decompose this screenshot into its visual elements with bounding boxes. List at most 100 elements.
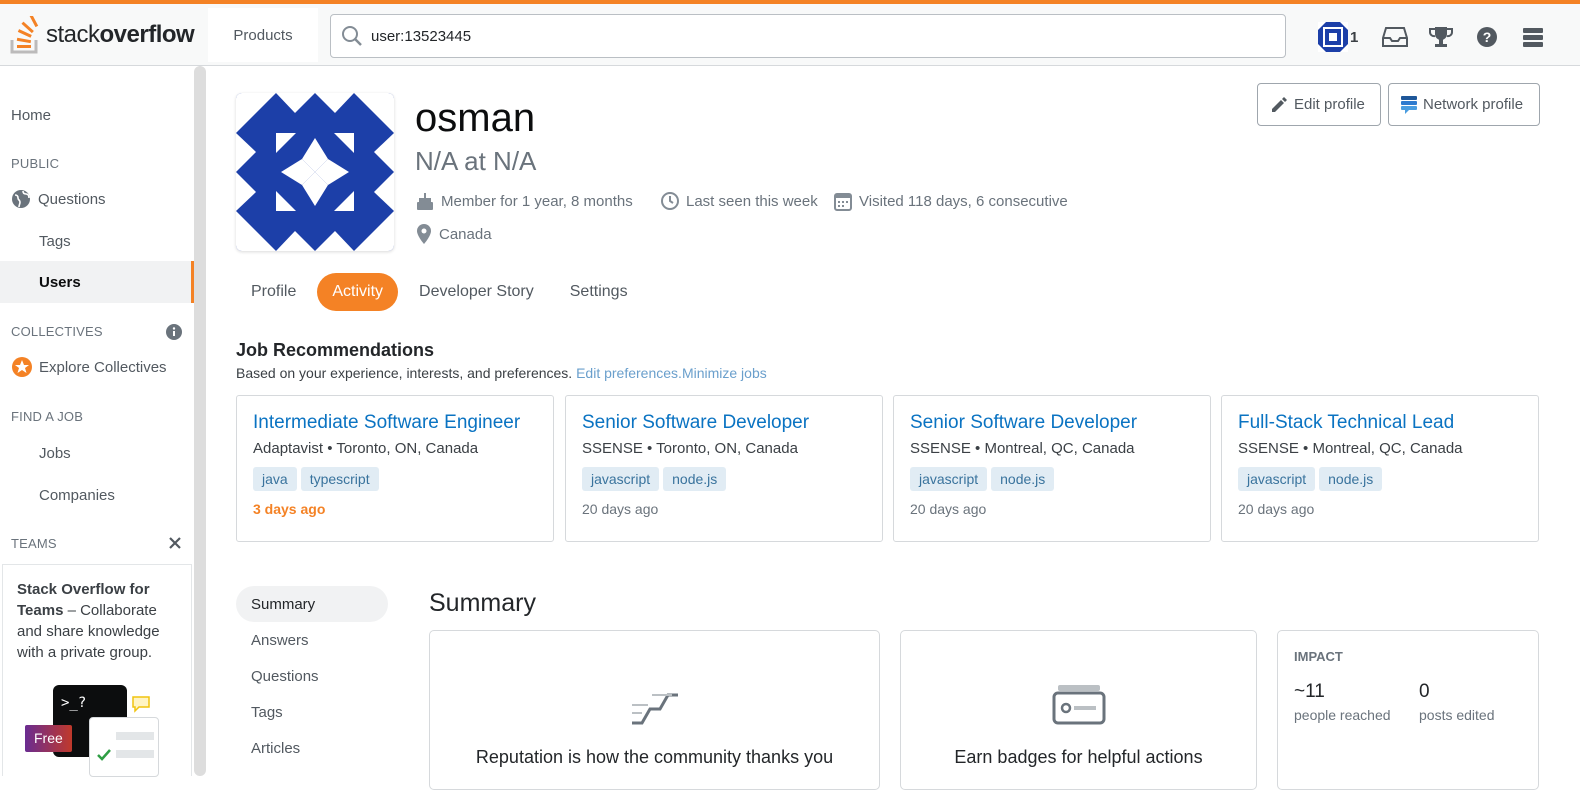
job-tags: java typescript: [253, 467, 537, 491]
job-tag[interactable]: node.js: [1319, 467, 1383, 491]
svg-text:?: ?: [1483, 29, 1492, 45]
nav-tags[interactable]: Tags: [0, 221, 194, 261]
job-posted-time: 20 days ago: [582, 501, 659, 517]
job-recommendations-subtitle: Based on your experience, interests, and…: [236, 365, 767, 381]
profile-avatar: [236, 93, 394, 251]
profile-name: osman: [415, 96, 536, 140]
summary-title: Summary: [429, 589, 536, 617]
jobs-subtitle-text: Based on your experience, interests, and…: [236, 365, 573, 381]
info-icon[interactable]: [166, 324, 182, 340]
search-icon: [342, 26, 362, 46]
profile-title: N/A at N/A: [415, 146, 537, 176]
edit-preferences-link[interactable]: Edit preferences.: [576, 365, 682, 381]
sub-nav-articles[interactable]: Articles: [236, 730, 388, 766]
profile-tabs: Profile Activity Developer Story Setting…: [236, 273, 649, 311]
nav-users[interactable]: Users: [0, 261, 194, 303]
job-posted-time: 20 days ago: [1238, 501, 1315, 517]
job-tag[interactable]: java: [253, 467, 297, 491]
nav-explore-collectives[interactable]: Explore Collectives: [0, 347, 194, 387]
stackoverflow-logo-icon: [10, 16, 39, 54]
job-title[interactable]: Senior Software Developer: [910, 412, 1194, 434]
job-title[interactable]: Senior Software Developer: [582, 412, 866, 434]
clock-icon: [661, 192, 679, 210]
visited-text: Visited 118 days, 6 consecutive: [859, 192, 1068, 210]
job-posted-time: 3 days ago: [253, 501, 326, 517]
reputation-chart-icon: [632, 693, 678, 725]
avatar-icon: [1318, 22, 1348, 52]
sub-nav-questions[interactable]: Questions: [236, 658, 388, 694]
calendar-icon: [834, 193, 852, 211]
nav-jobs[interactable]: Jobs: [0, 433, 194, 473]
search-bar[interactable]: [330, 14, 1286, 58]
badges-card-text: Earn badges for helpful actions: [954, 747, 1203, 767]
badge-icon: [1052, 685, 1106, 725]
products-menu[interactable]: Products: [208, 8, 318, 62]
sub-nav-summary[interactable]: Summary: [236, 586, 388, 622]
job-tag[interactable]: node.js: [991, 467, 1055, 491]
nav-questions[interactable]: Questions: [0, 179, 194, 219]
teams-promo-text: Stack Overflow for Teams – Collaborate a…: [17, 579, 177, 663]
stack-exchange-icon: [1523, 28, 1544, 47]
chat-bubble-icon: [132, 696, 150, 713]
search-input[interactable]: [371, 27, 1171, 45]
job-tag[interactable]: javascript: [910, 467, 988, 491]
job-card[interactable]: Senior Software Developer SSENSE • Toron…: [565, 395, 883, 542]
job-company: SSENSE • Montreal, QC, Canada: [1238, 440, 1463, 457]
job-company: SSENSE • Toronto, ON, Canada: [582, 440, 798, 457]
job-card[interactable]: Full-Stack Technical Lead SSENSE • Montr…: [1221, 395, 1539, 542]
help-icon: ?: [1477, 27, 1498, 47]
sub-nav-answers[interactable]: Answers: [236, 622, 388, 658]
job-tag[interactable]: javascript: [582, 467, 660, 491]
top-bar: stackoverflow Products 1: [0, 0, 1580, 66]
reputation-count[interactable]: 1: [1350, 29, 1358, 46]
tab-profile[interactable]: Profile: [236, 273, 311, 311]
job-tag[interactable]: node.js: [663, 467, 727, 491]
job-title[interactable]: Full-Stack Technical Lead: [1238, 412, 1522, 434]
close-icon[interactable]: [168, 536, 182, 550]
nav-section-find-job: FIND A JOB: [11, 409, 84, 424]
impact-card: IMPACT ~11 people reached 0 posts edited: [1277, 630, 1539, 790]
logo-text: stackoverflow: [46, 21, 195, 48]
sidebar-scrollbar[interactable]: [194, 66, 206, 776]
network-profile-button[interactable]: Network profile: [1388, 83, 1540, 126]
stack-exchange-network-icon: [1401, 95, 1417, 114]
edit-profile-button[interactable]: Edit profile: [1257, 83, 1381, 126]
achievements-button[interactable]: [1418, 18, 1464, 56]
nav-home[interactable]: Home: [0, 95, 194, 135]
job-card[interactable]: Intermediate Software Engineer Adaptavis…: [236, 395, 554, 542]
impact-label: IMPACT: [1294, 649, 1343, 664]
job-recommendations-title: Job Recommendations: [236, 340, 435, 360]
identicon-image: [236, 93, 394, 251]
location-pin-icon: [417, 224, 431, 244]
top-icons: 1 ?: [1310, 18, 1556, 56]
edit-profile-label: Edit profile: [1294, 96, 1365, 113]
help-button[interactable]: ?: [1464, 18, 1510, 56]
tab-activity[interactable]: Activity: [317, 273, 399, 311]
sub-nav-tags[interactable]: Tags: [236, 694, 388, 730]
stackoverflow-logo[interactable]: stackoverflow: [10, 12, 195, 58]
nav-questions-label: Questions: [38, 190, 106, 208]
job-title[interactable]: Intermediate Software Engineer: [253, 412, 537, 434]
member-for-text: Member for 1 year, 8 months: [441, 192, 633, 210]
people-reached-label: people reached: [1294, 707, 1391, 723]
job-tag[interactable]: javascript: [1238, 467, 1316, 491]
job-posted-time: 20 days ago: [910, 501, 987, 517]
nav-companies[interactable]: Companies: [0, 475, 194, 515]
teams-promo: Stack Overflow for Teams – Collaborate a…: [2, 564, 192, 777]
tab-settings[interactable]: Settings: [555, 273, 643, 311]
activity-sub-nav: Summary Answers Questions Tags Articles: [236, 586, 388, 766]
network-profile-label: Network profile: [1423, 96, 1524, 113]
free-badge: Free: [25, 725, 72, 752]
location-text: Canada: [439, 225, 492, 243]
site-switcher-button[interactable]: [1510, 18, 1556, 56]
job-card[interactable]: Senior Software Developer SSENSE • Montr…: [893, 395, 1211, 542]
globe-icon: [12, 190, 30, 208]
tab-developer-story[interactable]: Developer Story: [404, 273, 549, 311]
left-sidebar: Home PUBLIC Questions Tags Users COLLECT…: [0, 66, 206, 777]
minimize-jobs-link[interactable]: Minimize jobs: [682, 365, 767, 381]
terminal-prompt: >_?: [61, 695, 87, 711]
nav-section-teams: TEAMS: [11, 536, 57, 551]
inbox-button[interactable]: [1372, 18, 1418, 56]
job-tag[interactable]: typescript: [300, 467, 379, 491]
trophy-icon: [1429, 27, 1454, 47]
